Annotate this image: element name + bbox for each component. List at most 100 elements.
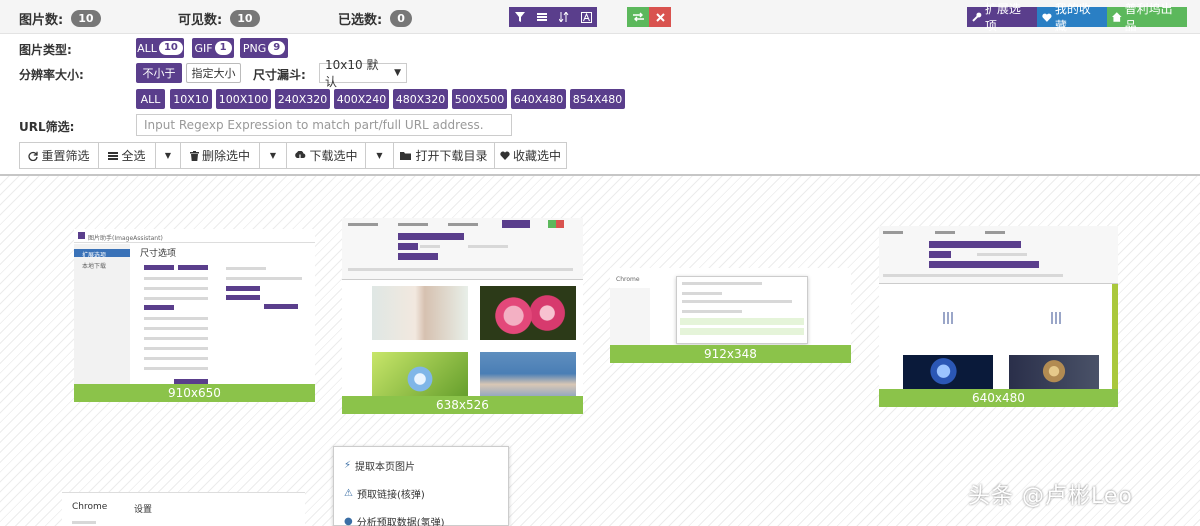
thumbnail-preview-row <box>682 282 762 285</box>
size-filter-500x500[interactable]: 500X500 <box>452 89 507 109</box>
chevron-down-icon: ▼ <box>394 68 401 78</box>
size-filter-all[interactable]: ALL <box>136 89 165 109</box>
favorite-selected-label: 收藏选中 <box>512 149 561 163</box>
size-filter-100x100[interactable]: 100X100 <box>216 89 271 109</box>
thumbnail-preview-row <box>226 277 302 280</box>
context-menu-item: ⚠ 预取链接(核弹) <box>344 486 425 501</box>
thumbnail-preview-row <box>680 328 804 335</box>
type-filter-png[interactable]: PNG 9 <box>240 38 288 58</box>
thumbnail-preview-cell <box>178 265 208 270</box>
size-funnel-select[interactable]: 10x10 默认 ▼ <box>319 58 407 89</box>
select-dropdown-toggle[interactable]: ▼ <box>155 142 181 169</box>
heart-icon <box>500 151 510 160</box>
scroll-edge <box>1112 284 1118 392</box>
visible-count-label: 可见数: <box>178 13 223 28</box>
image-placeholder-icon <box>1051 312 1063 324</box>
size-filter-10x10[interactable]: 10X10 <box>170 89 212 109</box>
sort-button[interactable] <box>553 7 575 27</box>
selected-count-badge: 0 <box>390 10 412 27</box>
type-filter-png-label: PNG <box>242 41 267 55</box>
close-button[interactable] <box>649 7 671 27</box>
url-filter-input[interactable] <box>136 114 512 136</box>
type-filter-all[interactable]: ALL 10 <box>136 38 184 58</box>
type-filter-gif-count: 1 <box>214 41 232 55</box>
thumbnail-preview-row <box>144 327 208 330</box>
action-button-row: 重置筛选 全选 ▼ 删除选中 ▼ 下载选中 ▼ 打开下载目录 收藏选中 <box>19 142 567 169</box>
my-favorites-button[interactable]: 我的收藏 <box>1037 2 1107 33</box>
my-favorites-label: 我的收藏 <box>1054 2 1091 33</box>
thumbnail-preview-row <box>883 274 1063 277</box>
list-icon <box>108 151 119 160</box>
thumbnail-preview-row <box>420 245 440 248</box>
puli-button[interactable]: 普利坞出品 <box>1107 2 1187 33</box>
thumbnail-preview-cell <box>226 295 260 300</box>
delete-dropdown-toggle[interactable]: ▼ <box>259 142 287 169</box>
thumbnail-preview-row <box>682 300 792 303</box>
visible-count-stat: 可见数: 10 <box>178 9 260 28</box>
portrait-photo <box>372 286 468 340</box>
size-filter-240x320[interactable]: 240X320 <box>275 89 330 109</box>
delete-selected-button[interactable]: 删除选中 <box>180 142 260 169</box>
thumbnail-card[interactable]: ⚡ 提取本页图片 ⚠ 预取链接(核弹) ● 分析预取数据(氢弹) <box>333 446 509 526</box>
thumbnail-card[interactable]: 640x480 <box>879 226 1118 407</box>
thumbnail-preview-settings: 设置 <box>134 505 153 515</box>
open-download-dir-label: 打开下载目录 <box>415 149 488 163</box>
thumbnail-preview-row <box>398 223 428 226</box>
type-filter-gif[interactable]: GIF 1 <box>192 38 234 58</box>
text-button[interactable] <box>575 7 597 27</box>
filter-icon <box>515 12 525 22</box>
open-download-dir-button[interactable]: 打开下载目录 <box>393 142 495 169</box>
image-gallery: 图片助手(ImageAssistant) 扩展选项 本地下载 尺寸选项 910x… <box>0 174 1200 526</box>
thumbnail-preview-row <box>226 267 266 270</box>
thumbnail-preview-row <box>977 253 1027 256</box>
specify-size-toggle[interactable]: 指定大小 <box>186 63 241 83</box>
thumbnail-card[interactable]: Chrome 912x348 <box>610 268 851 363</box>
trash-icon <box>189 150 199 161</box>
size-filter-640x480[interactable]: 640X480 <box>511 89 566 109</box>
thumbnail-card[interactable]: 图片助手(ImageAssistant) 扩展选项 本地下载 尺寸选项 910x… <box>74 229 315 402</box>
download-selected-button[interactable]: 下载选中 <box>286 142 366 169</box>
folder-icon <box>400 151 412 160</box>
top-right-group: 扩展选项 我的收藏 普利坞出品 <box>967 2 1187 33</box>
view-tools-group <box>509 7 597 27</box>
visible-count-badge: 10 <box>230 10 260 27</box>
size-filter-480x320[interactable]: 480X320 <box>393 89 448 109</box>
thumbnail-preview-row <box>682 310 742 313</box>
image-placeholder-icon <box>943 312 955 324</box>
favorite-selected-button[interactable]: 收藏选中 <box>494 142 567 169</box>
thumbnail-preview-row <box>448 223 478 226</box>
selected-count-label: 已选数: <box>338 13 383 28</box>
size-funnel-label: 尺寸漏斗: <box>253 68 306 82</box>
swap-button[interactable] <box>627 7 649 27</box>
thumbnail-preview-cell <box>929 241 1021 248</box>
type-filter-all-label: ALL <box>137 41 157 55</box>
reset-filter-button[interactable]: 重置筛选 <box>19 142 99 169</box>
filter-button[interactable] <box>509 7 531 27</box>
thumbnail-preview-row <box>935 231 955 234</box>
type-filter-all-count: 10 <box>158 41 183 55</box>
thumbnail-preview-cell <box>929 251 951 258</box>
extend-options-button[interactable]: 扩展选项 <box>967 2 1037 33</box>
list-button[interactable] <box>531 7 553 27</box>
thumbnail-preview-row <box>144 357 208 360</box>
puli-label: 普利坞出品 <box>1124 2 1173 33</box>
refresh-icon <box>28 151 39 161</box>
caret-down-icon: ▼ <box>269 151 277 160</box>
select-all-button[interactable]: 全选 <box>98 142 156 169</box>
size-filter-400x240[interactable]: 400X240 <box>334 89 389 109</box>
type-filter-png-count: 9 <box>268 41 286 55</box>
not-smaller-toggle[interactable]: 不小于 <box>136 63 182 83</box>
thumbnail-preview-cell <box>548 220 556 228</box>
reset-filter-label: 重置筛选 <box>41 149 90 163</box>
thumbnail-preview-cell <box>398 253 438 260</box>
thumbnail-size-caption: 640x480 <box>879 389 1118 407</box>
thumbnail-preview-row <box>144 317 208 320</box>
size-filter-854x480[interactable]: 854X480 <box>570 89 625 109</box>
thumbnail-preview-side-item: 本地下载 <box>82 263 107 270</box>
thumbnail-preview-row <box>468 245 508 248</box>
download-dropdown-toggle[interactable]: ▼ <box>365 142 394 169</box>
swap-icon <box>632 12 644 22</box>
thumbnail-preview-row <box>680 318 804 325</box>
thumbnail-card[interactable]: Chrome 设置 <box>62 492 305 526</box>
thumbnail-card[interactable]: 638x526 <box>342 218 583 414</box>
